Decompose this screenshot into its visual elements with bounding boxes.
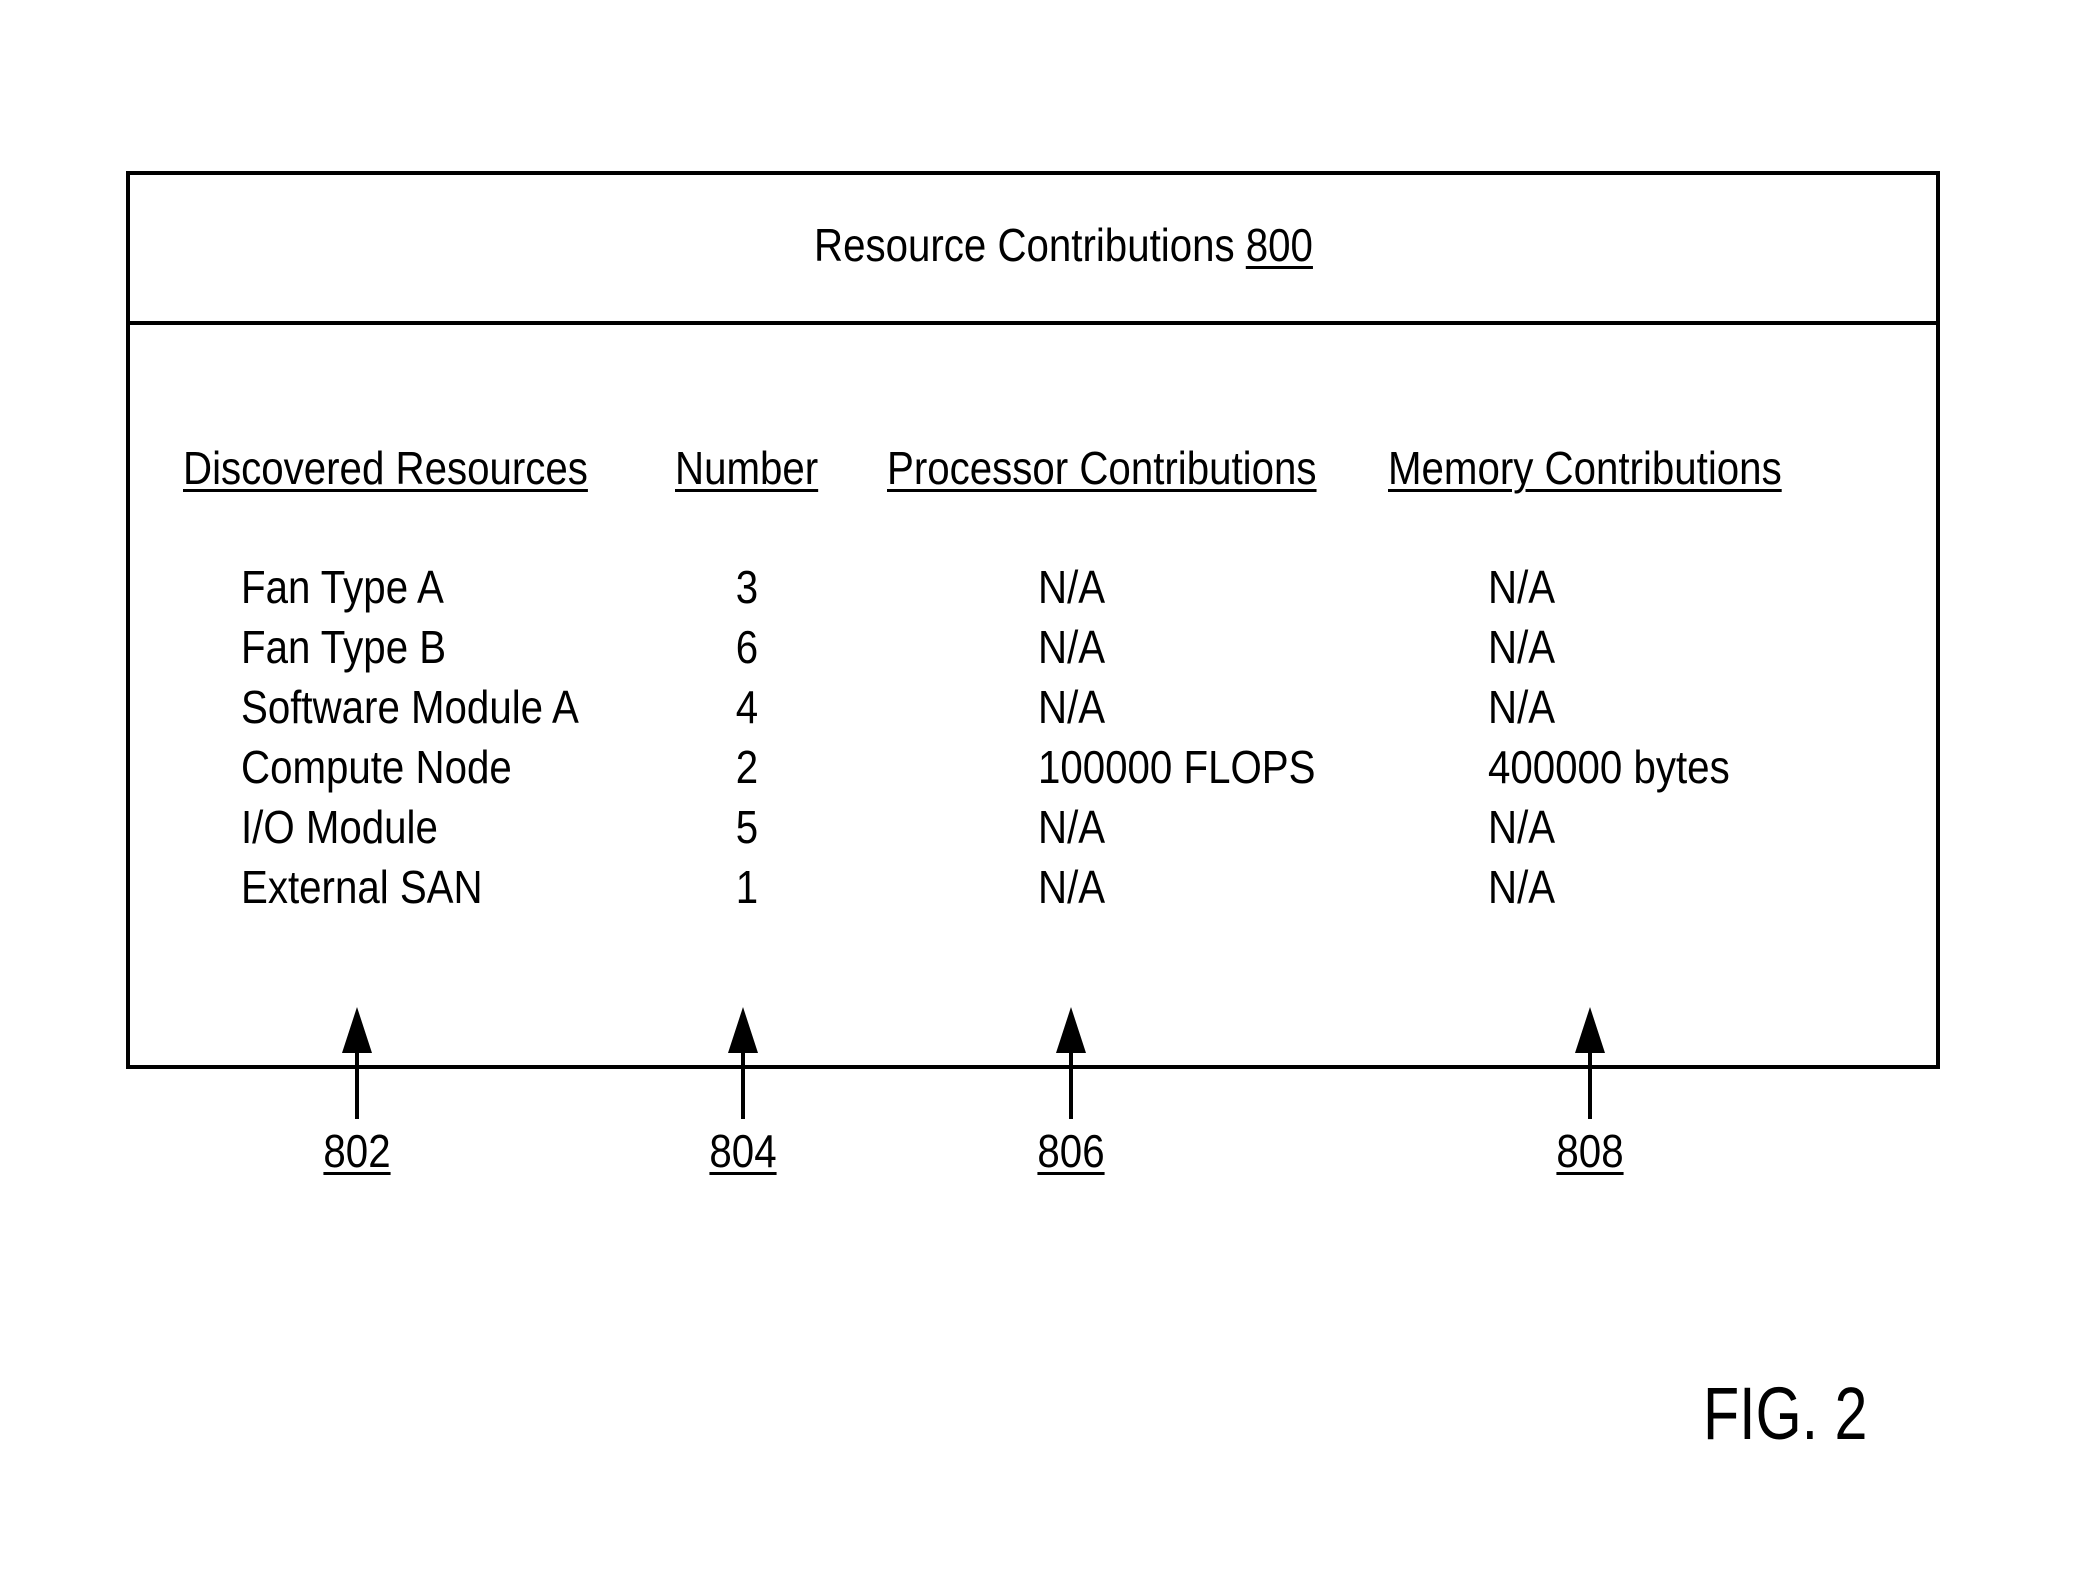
cell-number: 1 [735,861,759,913]
cell-memory: N/A [1488,621,1556,673]
cell-processor: N/A [1038,561,1106,613]
header-memory-contributions: Memory Contributions [1388,442,1782,494]
resource-contributions-box [126,171,1940,1069]
figure-label: FIG. 2 [1703,1372,1868,1455]
arrow-up-icon [1575,1007,1605,1053]
cell-number: 2 [735,741,759,793]
patent-figure: Resource Contributions 800 Discovered Re… [0,0,2094,1572]
diagram-title-ref: 800 [1245,219,1313,271]
cell-resource: I/O Module [241,801,438,853]
cell-processor: N/A [1038,861,1106,913]
cell-resource: Software Module A [241,681,579,733]
cell-resource: Fan Type B [241,621,447,673]
cell-memory: N/A [1488,801,1556,853]
cell-number: 6 [735,621,759,673]
callout-arrow-804 [728,1007,758,1119]
arrow-up-icon [342,1007,372,1053]
header-discovered-resources: Discovered Resources [183,442,588,494]
callout-label-804: 804 [709,1125,777,1177]
cell-resource: Fan Type A [241,561,444,613]
diagram-title: Resource Contributions 800 [814,222,1313,268]
cell-memory: N/A [1488,681,1556,733]
callout-arrow-808 [1575,1007,1605,1119]
cell-number: 5 [735,801,759,853]
header-processor-contributions: Processor Contributions [887,442,1317,494]
cell-memory: N/A [1488,561,1556,613]
cell-resource: External SAN [241,861,483,913]
callout-arrow-802 [342,1007,372,1119]
callout-arrow-806 [1056,1007,1086,1119]
arrow-up-icon [1056,1007,1086,1053]
cell-memory: N/A [1488,861,1556,913]
cell-processor: N/A [1038,621,1106,673]
arrow-up-icon [728,1007,758,1053]
cell-processor: N/A [1038,801,1106,853]
callout-label-802: 802 [323,1125,391,1177]
cell-resource: Compute Node [241,741,512,793]
cell-number: 3 [735,561,759,613]
header-number: Number [675,442,819,494]
cell-memory: 400000 bytes [1488,741,1730,793]
callout-label-806: 806 [1037,1125,1105,1177]
callout-label-808: 808 [1556,1125,1624,1177]
diagram-title-text: Resource Contributions [814,219,1246,271]
cell-number: 4 [735,681,759,733]
cell-processor: 100000 FLOPS [1038,741,1316,793]
cell-processor: N/A [1038,681,1106,733]
